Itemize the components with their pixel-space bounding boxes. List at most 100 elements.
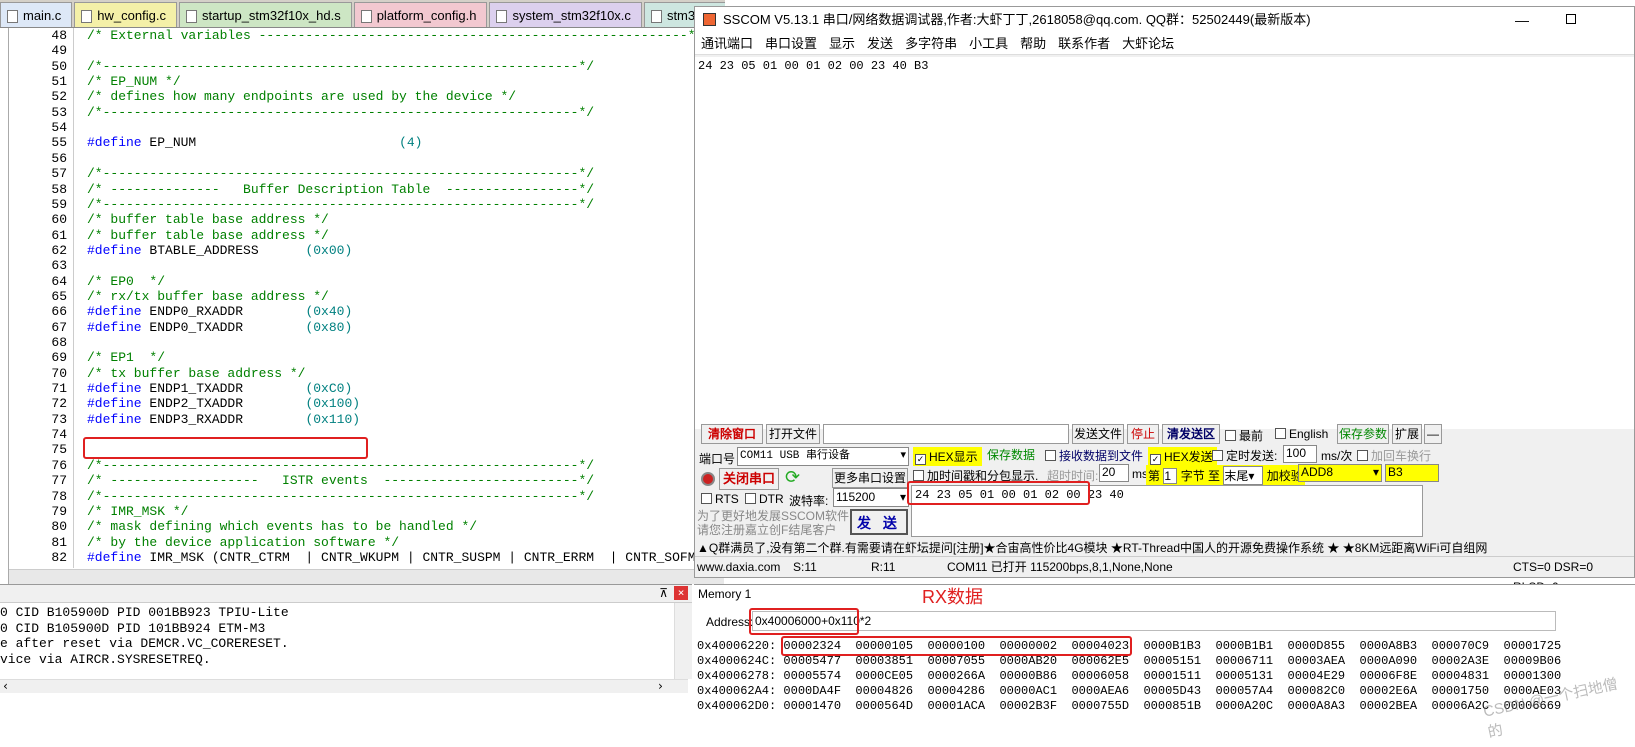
- topmost-checkbox[interactable]: 最前: [1225, 427, 1263, 444]
- promo-text[interactable]: 为了更好地发展SSCOM软件 请您注册嘉立创F结尾客户: [697, 509, 849, 537]
- chevron-down-icon: ▾: [1372, 465, 1379, 479]
- memory-address: 0x400062A4:: [697, 684, 784, 698]
- checksum-select[interactable]: ADD8 ▾: [1298, 464, 1382, 482]
- menu-item[interactable]: 帮助: [1020, 36, 1046, 51]
- code-token: #define: [87, 549, 142, 565]
- code-editor[interactable]: 48 49 50 51 52 53 54 55 56 57 58 59 60 61 62 63 64 65 66 67…: [8, 28, 724, 584]
- editor-tab[interactable]: main.c: [0, 2, 73, 27]
- menu-item[interactable]: 显示: [829, 36, 855, 51]
- send-input-highlight: [907, 481, 1090, 505]
- line-number: 51: [51, 74, 67, 90]
- recv-to-file-checkbox[interactable]: 接收数据到文件: [1045, 447, 1143, 464]
- address-input[interactable]: 0x40006000+0x110*2: [752, 611, 1556, 631]
- code-line: /* -------------- Buffer Description Tab…: [87, 182, 594, 197]
- port-select[interactable]: COM11 USB 串行设备 ▾: [737, 447, 909, 466]
- code-token: BTABLE_ADDRESS: [141, 242, 306, 258]
- code-line: /* buffer table base address */: [87, 228, 329, 243]
- editor-tab[interactable]: startup_stm32f10x_hd.s: [178, 2, 352, 27]
- code-token: /* tx buffer base address */: [87, 365, 306, 381]
- receive-area[interactable]: 24 23 05 01 00 01 02 00 23 40 B3: [695, 57, 1634, 429]
- memory-row: 0x400062A4: 0000DA4F 00004826 00004286 0…: [697, 684, 1561, 698]
- clear-send-button[interactable]: 清发送区: [1162, 424, 1220, 444]
- line-number: 71: [51, 381, 67, 397]
- code-token: /* ------------------- ISTR events -----…: [87, 473, 595, 489]
- menu-item[interactable]: 联系作者: [1058, 36, 1110, 51]
- rts-checkbox[interactable]: RTS: [701, 492, 739, 506]
- menu-item[interactable]: 多字符串: [905, 36, 957, 51]
- line-number: 59: [51, 196, 67, 212]
- minimize-icon[interactable]: —: [1515, 7, 1529, 33]
- more-settings-button[interactable]: 更多串口设置: [832, 468, 908, 488]
- memory-address: 0x4000624C:: [697, 654, 784, 668]
- interval-unit: ms/次: [1321, 449, 1353, 463]
- english-checkbox[interactable]: English: [1275, 427, 1328, 441]
- pin-icon[interactable]: ⊼: [659, 586, 668, 600]
- add-crlf-label: 加回车换行: [1371, 449, 1432, 463]
- file-icon: [360, 10, 372, 23]
- timed-send-checkbox[interactable]: 定时发送:: [1212, 447, 1277, 464]
- close-port-button[interactable]: 关闭串口: [719, 468, 779, 490]
- output-vertical-scrollbar[interactable]: [674, 603, 692, 679]
- scroll-left-icon[interactable]: ‹: [2, 679, 9, 693]
- menu-item[interactable]: 发送: [867, 36, 893, 51]
- byte-num-input[interactable]: 1: [1163, 468, 1178, 484]
- sscom-menubar: 通讯端口 串口设置 显示 发送 多字符串 小工具 帮助 联系作者 大虾论坛: [695, 33, 1634, 55]
- menu-item[interactable]: 小工具: [969, 36, 1008, 51]
- close-icon[interactable]: ×: [674, 586, 688, 600]
- editor-tab[interactable]: system_stm32f10x.c: [489, 2, 642, 27]
- open-file-button[interactable]: 打开文件: [766, 424, 820, 444]
- expand-button[interactable]: 扩展: [1392, 424, 1422, 444]
- code-token: ENDP0_RXADDR: [141, 304, 306, 320]
- clear-window-button[interactable]: 清除窗口: [701, 424, 763, 444]
- code-token: /* rx/tx buffer base address */: [87, 288, 329, 304]
- hex-display-label: HEX显示: [929, 450, 978, 464]
- stop-button[interactable]: 停止: [1127, 424, 1159, 444]
- menu-item[interactable]: 串口设置: [765, 36, 817, 51]
- status-url[interactable]: www.daxia.com: [697, 557, 780, 577]
- editor-tab-label: platform_config.h: [376, 8, 477, 23]
- scroll-right-icon[interactable]: ›: [657, 679, 664, 693]
- editor-horizontal-scrollbar[interactable]: [9, 569, 724, 584]
- menu-item[interactable]: 通讯端口: [701, 36, 753, 51]
- chevron-down-icon: ▾: [900, 450, 906, 462]
- editor-tab[interactable]: platform_config.h: [353, 2, 488, 27]
- code-token: /* External variables ------------------…: [87, 28, 704, 43]
- menu-item[interactable]: 大虾论坛: [1122, 36, 1174, 51]
- baud-label: 波特率:: [789, 494, 829, 508]
- line-number: 57: [51, 166, 67, 182]
- save-data-button[interactable]: 保存数据: [982, 446, 1040, 466]
- code-token: /*--------------------------------------…: [87, 457, 595, 473]
- file-path-input[interactable]: [823, 424, 1069, 444]
- hex-display-checkbox[interactable]: ✓ HEX显示: [913, 447, 982, 466]
- save-params-button[interactable]: 保存参数: [1337, 424, 1389, 444]
- collapse-button[interactable]: —: [1424, 424, 1442, 444]
- interval-input[interactable]: 100: [1283, 445, 1317, 463]
- output-horizontal-scrollbar[interactable]: ‹ ›: [0, 679, 688, 693]
- code-token: (4): [399, 135, 423, 151]
- baud-select-value: 115200: [836, 490, 876, 504]
- line-number: 81: [51, 534, 67, 550]
- code-token: /*--------------------------------------…: [87, 196, 595, 212]
- memory-title: Memory 1: [698, 587, 752, 601]
- editor-tab[interactable]: hw_config.c: [74, 2, 177, 27]
- send-button[interactable]: 发 送: [850, 509, 908, 535]
- tail-select[interactable]: 末尾▾: [1223, 466, 1264, 485]
- line-number: 72: [51, 396, 67, 412]
- dtr-checkbox[interactable]: DTR: [745, 492, 784, 506]
- baud-select[interactable]: 115200 ▾: [833, 488, 909, 507]
- add-crlf-checkbox[interactable]: 加回车换行: [1357, 447, 1431, 464]
- code-line: /* EP_NUM */: [87, 74, 181, 89]
- editor-tab-label: hw_config.c: [97, 8, 166, 23]
- hex-send-checkbox[interactable]: ✓ HEX发送: [1148, 447, 1217, 466]
- code-token: (0xC0): [305, 381, 353, 397]
- refresh-icon[interactable]: ⟳: [785, 467, 800, 488]
- code-token: (0x110): [305, 411, 361, 427]
- send-file-button[interactable]: 发送文件: [1072, 424, 1124, 444]
- timeout-input[interactable]: 20: [1099, 464, 1129, 482]
- maximize-icon[interactable]: [1566, 14, 1576, 24]
- code-token: /*--------------------------------------…: [87, 166, 595, 182]
- code-line: /* EP0 */: [87, 274, 165, 289]
- sscom-app-icon: [703, 13, 716, 26]
- line-number: 50: [51, 58, 67, 74]
- code-token: /* buffer table base address */: [87, 227, 329, 243]
